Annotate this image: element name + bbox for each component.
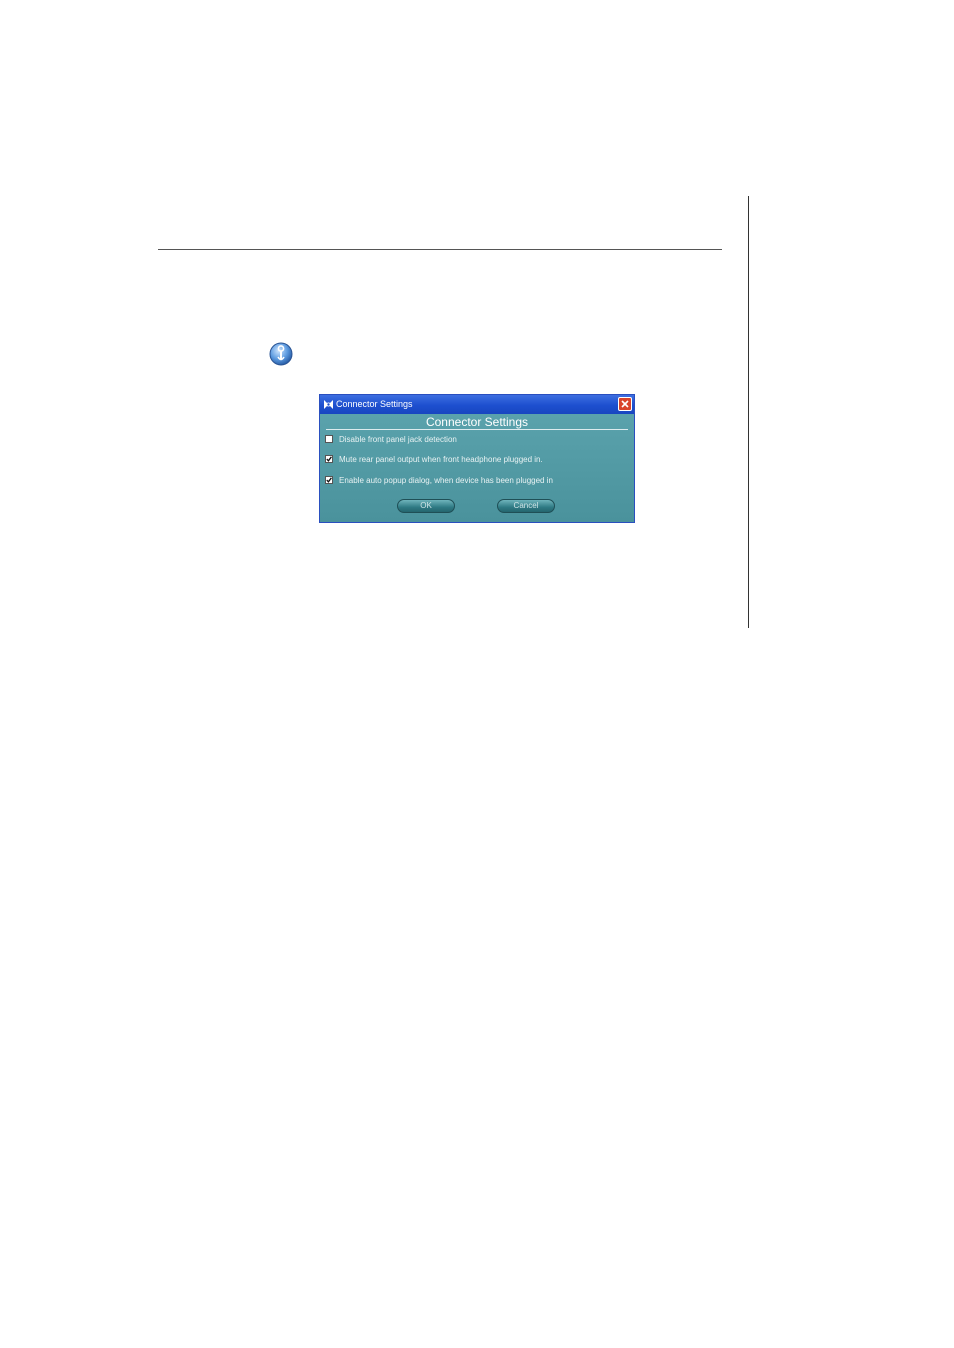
close-icon <box>621 400 629 408</box>
option-label: Mute rear panel output when front headph… <box>339 455 543 464</box>
checkmark-icon <box>326 456 332 462</box>
checkbox-mute-rear-output[interactable] <box>325 455 333 463</box>
dialog-title-bar[interactable]: Connector Settings <box>320 395 634 414</box>
connector-settings-icon[interactable] <box>269 342 293 366</box>
page-divider-horizontal <box>158 249 722 250</box>
option-label: Disable front panel jack detection <box>339 435 457 444</box>
option-label: Enable auto popup dialog, when device ha… <box>339 476 553 485</box>
checkmark-icon <box>326 477 332 483</box>
dialog-content: Connector Settings Disable front panel j… <box>320 414 634 522</box>
ok-button[interactable]: OK <box>397 499 455 513</box>
cancel-button[interactable]: Cancel <box>497 499 555 513</box>
close-button[interactable] <box>618 397 632 411</box>
app-logo-icon <box>323 399 334 410</box>
dialog-heading: Connector Settings <box>425 415 529 429</box>
window-title: Connector Settings <box>336 399 413 409</box>
checkbox-disable-front-jack-detection[interactable] <box>325 435 333 443</box>
heading-divider <box>326 429 628 430</box>
checkbox-enable-auto-popup[interactable] <box>325 476 333 484</box>
connector-settings-dialog: Connector Settings Connector Settings Di… <box>319 394 635 523</box>
page-divider-vertical <box>748 196 749 628</box>
